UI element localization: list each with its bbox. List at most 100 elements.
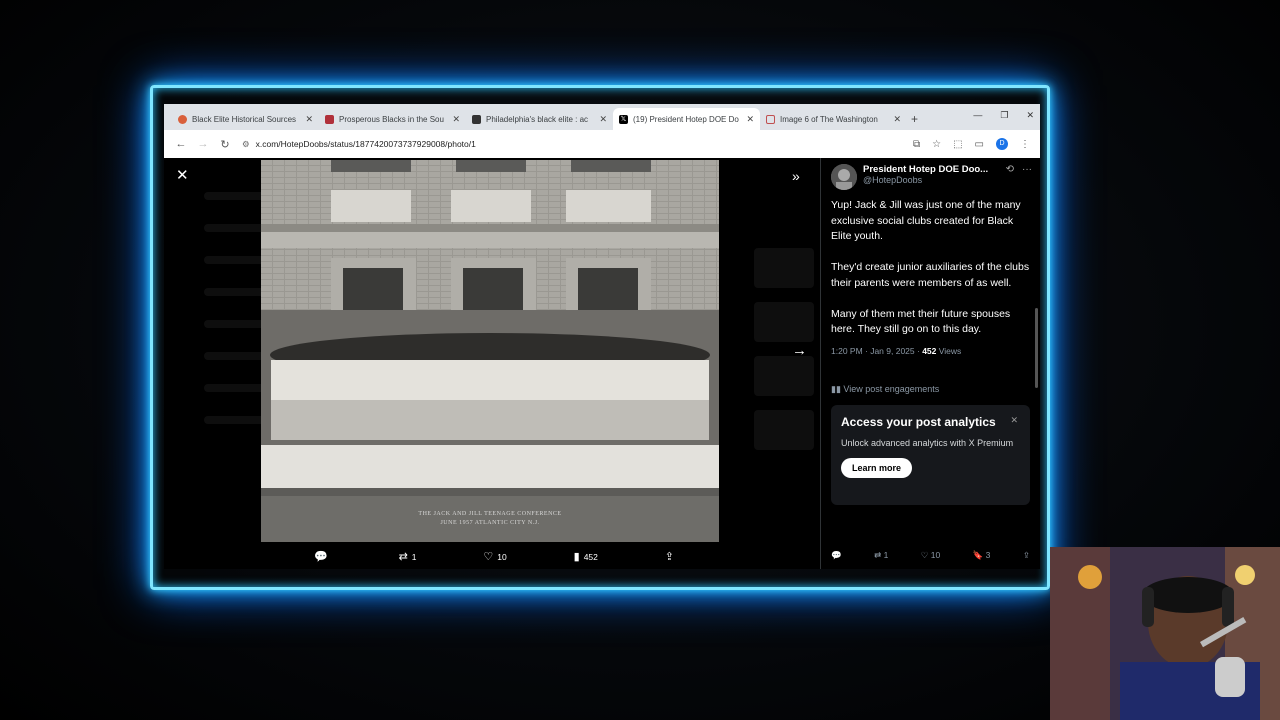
photo-viewer: ✕ » → THE JACK AND JILL TEENAGE CONFEREN…: [164, 158, 820, 569]
maximize-icon[interactable]: ❐: [1000, 110, 1008, 121]
post-header: President Hotep DOE Doo... @HotepDoobs ⟲…: [821, 158, 1040, 190]
reply-icon: 💬: [831, 550, 842, 560]
webcam-overlay: [1050, 547, 1280, 720]
tab-label: Black Elite Historical Sources: [192, 114, 297, 124]
tab-prosperous-blacks[interactable]: Prosperous Blacks in the Sou ✕: [319, 108, 466, 130]
author-handle[interactable]: @HotepDoobs: [863, 175, 988, 185]
window-controls: — ❐ ✕: [973, 110, 1034, 121]
address-bar[interactable]: ⚙ x.com/HotepDoobs/status/18774200737379…: [242, 134, 907, 154]
tab-close-icon[interactable]: ✕: [893, 114, 901, 125]
collapse-panel-icon[interactable]: »: [792, 168, 800, 184]
post-panel: President Hotep DOE Doo... @HotepDoobs ⟲…: [820, 158, 1040, 569]
webcam-streamer-image: [1050, 547, 1280, 720]
repost-icon: ⇄: [398, 551, 408, 563]
repost-count: 1: [883, 550, 889, 560]
post-paragraph: They'd create junior auxiliaries of the …: [831, 261, 1030, 289]
tab-label: (19) President Hotep DOE Do: [633, 114, 739, 124]
post-views-count: 452: [922, 345, 937, 356]
browser-toolbar: ← → ↻ ⚙ x.com/HotepDoobs/status/18774200…: [164, 130, 1040, 158]
bookmark-button[interactable]: 🔖 3: [973, 550, 991, 561]
reload-icon[interactable]: ↻: [214, 138, 236, 151]
view-engagements-link[interactable]: ▮▮ View post engagements: [821, 356, 1040, 395]
tab-close-icon[interactable]: ✕: [305, 114, 313, 125]
repost-icon: ⇄: [874, 550, 882, 560]
share-button[interactable]: ⇪: [665, 550, 674, 563]
back-icon[interactable]: ←: [170, 138, 192, 150]
bookmark-icon: 🔖: [972, 550, 984, 560]
learn-more-button[interactable]: Learn more: [841, 457, 913, 478]
bookmark-star-icon[interactable]: ☆: [932, 139, 941, 150]
avatar-image: [831, 164, 857, 190]
premium-title: Access your post analytics: [841, 414, 996, 429]
page-content: ✕ » → THE JACK AND JILL TEENAGE CONFEREN…: [164, 158, 1040, 569]
address-url: x.com/HotepDoobs/status/1877420073737929…: [255, 139, 476, 149]
tab-label: Image 6 of The Washington: [780, 114, 878, 124]
caption-line-2: JUNE 1957 ATLANTIC CITY N.J.: [440, 520, 540, 526]
view-count: 452: [583, 551, 598, 562]
repost-button[interactable]: ⇄ 1: [399, 550, 417, 563]
engagements-icon: ▮▮: [831, 383, 844, 394]
minimize-icon[interactable]: —: [973, 110, 982, 121]
tab-black-elite-sources[interactable]: Black Elite Historical Sources ✕: [172, 108, 319, 130]
tab-close-icon[interactable]: ✕: [452, 114, 460, 125]
close-viewer-icon[interactable]: ✕: [176, 166, 189, 184]
author-avatar[interactable]: [831, 164, 857, 190]
tab-strip: Black Elite Historical Sources ✕ Prosper…: [164, 104, 1040, 130]
extensions-icon[interactable]: ⬚: [953, 139, 962, 150]
new-tab-button[interactable]: +: [911, 108, 918, 130]
menu-kebab-icon[interactable]: ⋮: [1020, 139, 1030, 150]
viewer-action-bar: 💬 ⇄ 1 ♡ 10 ▮ 452 ⇪: [314, 550, 674, 563]
caption-line-1: THE JACK AND JILL TEENAGE CONFERENCE: [418, 511, 562, 517]
post-views-label: Views: [936, 345, 962, 356]
more-options-icon[interactable]: ···: [1022, 164, 1032, 175]
premium-analytics-card: ✕ Access your post analytics Unlock adva…: [831, 404, 1030, 505]
author-info: President Hotep DOE Doo... @HotepDoobs: [863, 164, 988, 185]
post-timestamp[interactable]: 1:20 PM · Jan 9, 2025 ·: [831, 346, 922, 356]
forward-icon[interactable]: →: [192, 138, 214, 150]
install-app-icon[interactable]: ⧉: [913, 139, 920, 150]
side-panel-icon[interactable]: ▭: [975, 139, 984, 150]
tab-president-hotep[interactable]: 𝕏 (19) President Hotep DOE Do ✕: [613, 108, 760, 130]
group-photo-image: [261, 160, 719, 542]
tab-label: Prosperous Blacks in the Sou: [339, 114, 444, 124]
like-button[interactable]: ♡ 10: [483, 550, 506, 563]
tab-washington-image[interactable]: Image 6 of The Washington ✕: [760, 108, 907, 130]
views-button[interactable]: ▮ 452: [574, 550, 598, 563]
tab-label: Philadelphia's black elite : ac: [486, 114, 589, 124]
site-info-icon[interactable]: ⚙: [242, 139, 250, 150]
dismiss-icon[interactable]: ✕: [1010, 415, 1018, 426]
engagements-label: View post engagements: [843, 383, 940, 394]
close-window-icon[interactable]: ✕: [1026, 110, 1034, 121]
analytics-icon: ▮: [573, 551, 580, 563]
repost-button[interactable]: ⇄ 1: [874, 550, 888, 561]
author-name[interactable]: President Hotep DOE Doo...: [863, 164, 988, 175]
photo-caption: THE JACK AND JILL TEENAGE CONFERENCE JUN…: [261, 510, 719, 528]
x-logo-icon: 𝕏: [619, 114, 628, 124]
tab-philadelphia-black-elite[interactable]: Philadelphia's black elite : ac ✕: [466, 108, 613, 130]
post-meta: 1:20 PM · Jan 9, 2025 · 452 Views: [821, 346, 1040, 356]
profile-avatar-icon[interactable]: D: [996, 138, 1008, 150]
like-count: 10: [930, 550, 941, 560]
tab-close-icon[interactable]: ✕: [746, 114, 754, 125]
premium-body: Unlock advanced analytics with X Premium: [841, 437, 1014, 448]
tab-close-icon[interactable]: ✕: [599, 114, 607, 125]
grok-icon[interactable]: ⟲: [1006, 164, 1014, 175]
reply-button[interactable]: 💬: [314, 550, 332, 563]
heart-icon: ♡: [920, 550, 929, 560]
reply-button[interactable]: 💬: [831, 550, 842, 561]
tab-favicon-icon: [178, 114, 187, 124]
tab-favicon-icon: [325, 114, 334, 124]
post-paragraph: Yup! Jack & Jill was just one of the man…: [831, 199, 1021, 242]
repost-count: 1: [411, 551, 417, 562]
panel-scrollbar[interactable]: [1035, 308, 1038, 388]
reply-icon: 💬: [314, 551, 328, 563]
bookmark-count: 3: [985, 550, 991, 560]
heart-icon: ♡: [483, 551, 494, 563]
share-icon: ⇪: [1022, 550, 1030, 560]
like-button[interactable]: ♡ 10: [921, 550, 940, 561]
toolbar-actions: ⧉ ☆ ⬚ ▭ D ⋮: [913, 138, 1034, 150]
next-photo-icon[interactable]: →: [792, 342, 807, 359]
post-action-bar: 💬 ⇄ 1 ♡ 10 🔖 3 ⇪: [831, 550, 1030, 561]
tab-favicon-icon: [766, 114, 775, 124]
share-button[interactable]: ⇪: [1023, 550, 1030, 561]
